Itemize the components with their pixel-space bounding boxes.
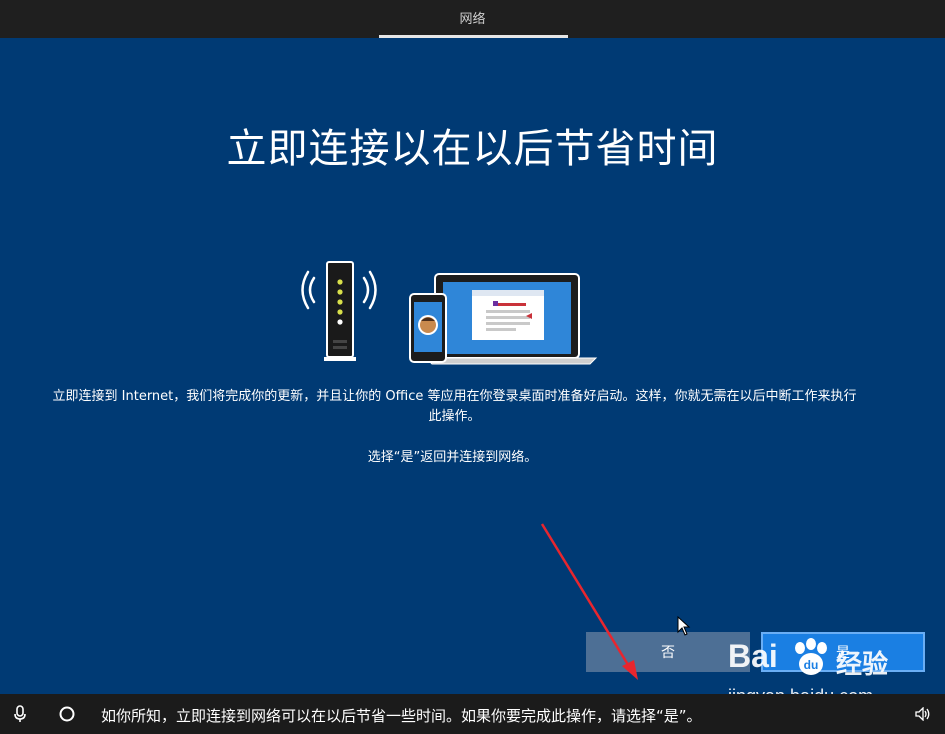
- tab-network: 网络: [459, 12, 486, 27]
- svg-text:du: du: [804, 658, 819, 672]
- page-title: 立即连接以在以后节省时间: [226, 126, 719, 172]
- mouse-pointer-icon: [677, 616, 691, 636]
- description-text: 立即连接到 Internet，我们将完成你的更新，并且让你的 Office 等应…: [0, 387, 907, 427]
- laptop-icon: [424, 273, 598, 365]
- taskbar: 如你所知，立即连接到网络可以在以后节省一些时间。如果你要完成此操作，请选择“是”…: [0, 694, 945, 734]
- description-line-2: 此操作。: [428, 409, 481, 424]
- watermark-logo-text: Bai: [728, 638, 778, 674]
- phone-icon: [409, 293, 447, 363]
- router-icon: [324, 261, 356, 361]
- title-bar: 网络: [0, 0, 945, 38]
- volume-icon[interactable]: [915, 707, 931, 721]
- instruction-text: 选择“是”返回并连接到网络。: [367, 450, 538, 465]
- watermark-brand: 经验: [836, 650, 889, 680]
- red-annotation-arrow: [540, 523, 638, 680]
- oobe-panel: 立即连接以在以后节省时间 立即连接到 Internet，我们将完成你的更新，并且…: [0, 38, 945, 706]
- description-line-1: 立即连接到 Internet，我们将完成你的更新，并且让你的 Office 等应…: [52, 389, 857, 404]
- microphone-icon[interactable]: [12, 705, 28, 723]
- baidu-paw-icon: du: [795, 638, 827, 675]
- network-illustration: [301, 261, 598, 365]
- cortana-narration-text: 如你所知，立即连接到网络可以在以后节省一些时间。如果你要完成此操作，请选择“是”…: [101, 707, 702, 725]
- cortana-circle-icon[interactable]: [58, 705, 76, 723]
